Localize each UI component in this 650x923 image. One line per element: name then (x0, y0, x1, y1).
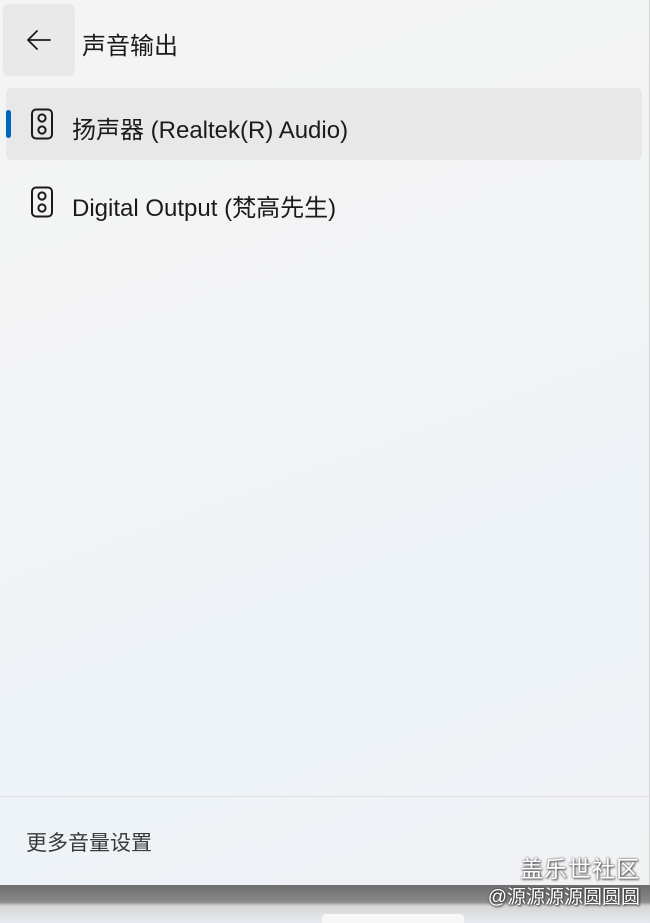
device-item-speakers[interactable]: 扬声器 (Realtek(R) Audio) (6, 88, 642, 160)
selection-indicator (6, 110, 11, 138)
sound-output-flyout: 声音输出 扬声器 (Realtek(R) Audio) Digital Outp… (0, 0, 650, 885)
speaker-icon (31, 108, 53, 140)
watermark-author: @源源源源圆圆圆 (487, 887, 640, 908)
back-button[interactable] (3, 4, 75, 76)
page-title: 声音输出 (82, 33, 178, 60)
more-volume-settings-link[interactable]: 更多音量设置 (26, 827, 152, 857)
watermark-community: 盖乐世社区 (520, 856, 640, 882)
device-label: Digital Output (梵高先生) (72, 195, 337, 222)
device-item-digital-output[interactable]: Digital Output (梵高先生) (6, 166, 642, 238)
device-label: 扬声器 (Realtek(R) Audio) (72, 117, 349, 144)
speaker-icon (31, 186, 53, 218)
arrow-left-icon (27, 30, 51, 50)
taskbar-item[interactable] (322, 914, 464, 923)
